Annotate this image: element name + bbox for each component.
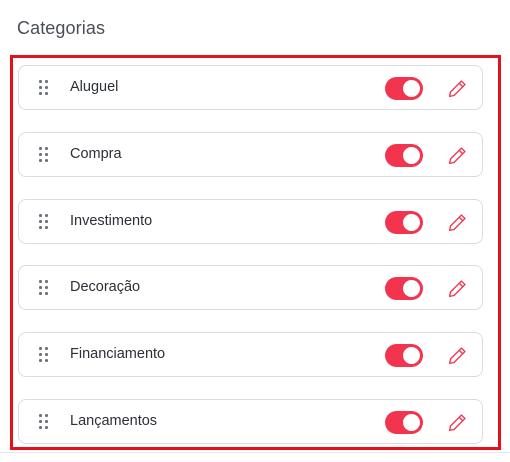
category-label: Aluguel	[70, 79, 119, 95]
toggle-knob	[403, 147, 420, 164]
pencil-icon[interactable]	[447, 145, 468, 166]
category-label: Financiamento	[70, 346, 166, 362]
category-row-compra: Compra	[18, 132, 483, 177]
category-toggle[interactable]	[385, 211, 423, 234]
category-row-aluguel: Aluguel	[18, 65, 483, 110]
toggle-knob	[403, 414, 420, 431]
divider	[0, 452, 510, 453]
categories-panel: Categorias Aluguel Compra Investimento D…	[0, 0, 510, 462]
section-title: Categorias	[17, 18, 106, 38]
drag-handle-icon[interactable]	[38, 414, 50, 431]
category-toggle[interactable]	[385, 411, 423, 434]
pencil-icon[interactable]	[447, 78, 468, 99]
pencil-icon[interactable]	[447, 278, 468, 299]
category-label: Decoração	[70, 279, 141, 295]
drag-handle-icon[interactable]	[38, 347, 50, 364]
pencil-icon[interactable]	[447, 212, 468, 233]
drag-handle-icon[interactable]	[38, 80, 50, 97]
toggle-knob	[403, 80, 420, 97]
category-row-decoracao: Decoração	[18, 265, 483, 310]
drag-handle-icon[interactable]	[38, 214, 50, 231]
category-toggle[interactable]	[385, 344, 423, 367]
category-toggle[interactable]	[385, 277, 423, 300]
category-toggle[interactable]	[385, 144, 423, 167]
pencil-icon[interactable]	[447, 412, 468, 433]
category-row-investimento: Investimento	[18, 199, 483, 244]
drag-handle-icon[interactable]	[38, 280, 50, 297]
category-toggle[interactable]	[385, 77, 423, 100]
selection-highlight	[10, 55, 501, 450]
category-label: Lançamentos	[70, 413, 158, 429]
toggle-knob	[403, 347, 420, 364]
category-label: Investimento	[70, 213, 153, 229]
pencil-icon[interactable]	[447, 345, 468, 366]
category-row-lancamentos: Lançamentos	[18, 399, 483, 444]
toggle-knob	[403, 280, 420, 297]
category-label: Compra	[70, 146, 122, 162]
toggle-knob	[403, 214, 420, 231]
drag-handle-icon[interactable]	[38, 147, 50, 164]
category-row-financiamento: Financiamento	[18, 332, 483, 377]
